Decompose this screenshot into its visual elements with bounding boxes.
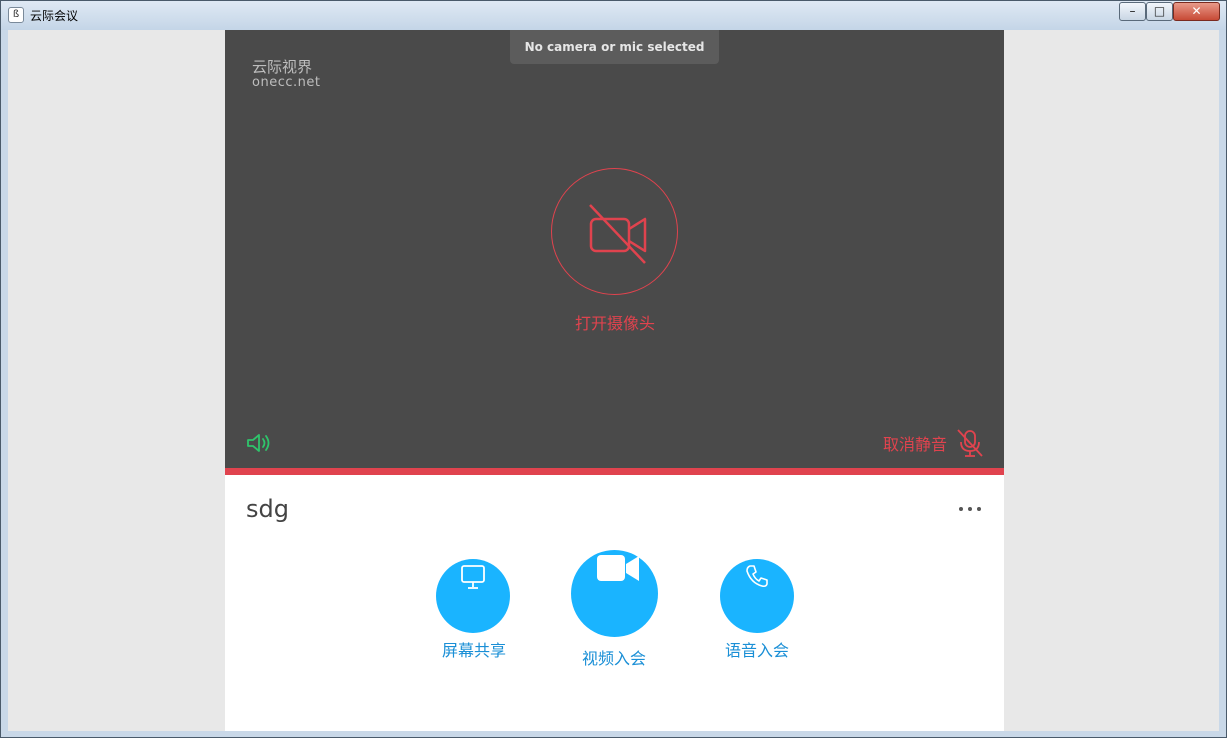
- video-join-label: 视频入会: [581, 649, 646, 668]
- camera-off-icon: [589, 204, 647, 264]
- more-dot-icon: [959, 507, 963, 511]
- monitor-icon: [461, 565, 485, 589]
- maximize-button[interactable]: □: [1146, 2, 1173, 21]
- audio-join-action[interactable]: 语音入会: [720, 559, 830, 669]
- close-button[interactable]: ✕: [1173, 2, 1220, 21]
- audio-join-label: 语音入会: [724, 641, 789, 660]
- watermark: 云际视界 onecc.net: [252, 58, 320, 89]
- watermark-brand: 云际视界: [252, 58, 313, 76]
- app-icon: ß: [8, 7, 24, 23]
- speaker-icon[interactable]: [246, 432, 272, 454]
- video-join-button[interactable]: [571, 550, 658, 637]
- join-panel: sdg 屏幕共享 视频入会 语音入会: [225, 475, 1004, 731]
- more-options-button[interactable]: [957, 500, 983, 516]
- video-join-action[interactable]: 视频入会: [571, 550, 681, 675]
- audio-join-button[interactable]: [720, 559, 794, 633]
- camera-toggle-button[interactable]: [551, 168, 678, 295]
- minimize-button[interactable]: –: [1119, 2, 1146, 21]
- unmute-button[interactable]: 取消静音: [883, 428, 984, 458]
- video-preview: No camera or mic selected 云际视界 onecc.net…: [225, 30, 1004, 468]
- screen-share-button[interactable]: [436, 559, 510, 633]
- status-message: No camera or mic selected: [510, 30, 719, 64]
- close-icon: ✕: [1191, 4, 1202, 18]
- more-dot-icon: [968, 507, 972, 511]
- maximize-icon: □: [1153, 4, 1166, 18]
- video-camera-icon: [597, 555, 639, 581]
- app-window: ß 云际会议 – □ ✕ No camera or mic selected 云…: [0, 0, 1227, 738]
- screen-share-action[interactable]: 屏幕共享: [419, 559, 529, 669]
- mic-off-icon: [957, 429, 983, 457]
- username: sdg: [246, 495, 289, 523]
- screen-share-label: 屏幕共享: [441, 641, 506, 660]
- window-title: 云际会议: [30, 9, 79, 23]
- minimize-icon: –: [1129, 4, 1136, 18]
- more-dot-icon: [977, 507, 981, 511]
- client-area: No camera or mic selected 云际视界 onecc.net…: [8, 30, 1219, 731]
- unmute-label: 取消静音: [882, 435, 947, 454]
- watermark-domain: onecc.net: [252, 75, 321, 90]
- phone-icon: [746, 565, 768, 588]
- title-bar[interactable]: ß 云际会议 – □ ✕: [1, 1, 1226, 30]
- status-bar-strip: [225, 468, 1004, 475]
- camera-toggle-label[interactable]: 打开摄像头: [515, 310, 715, 334]
